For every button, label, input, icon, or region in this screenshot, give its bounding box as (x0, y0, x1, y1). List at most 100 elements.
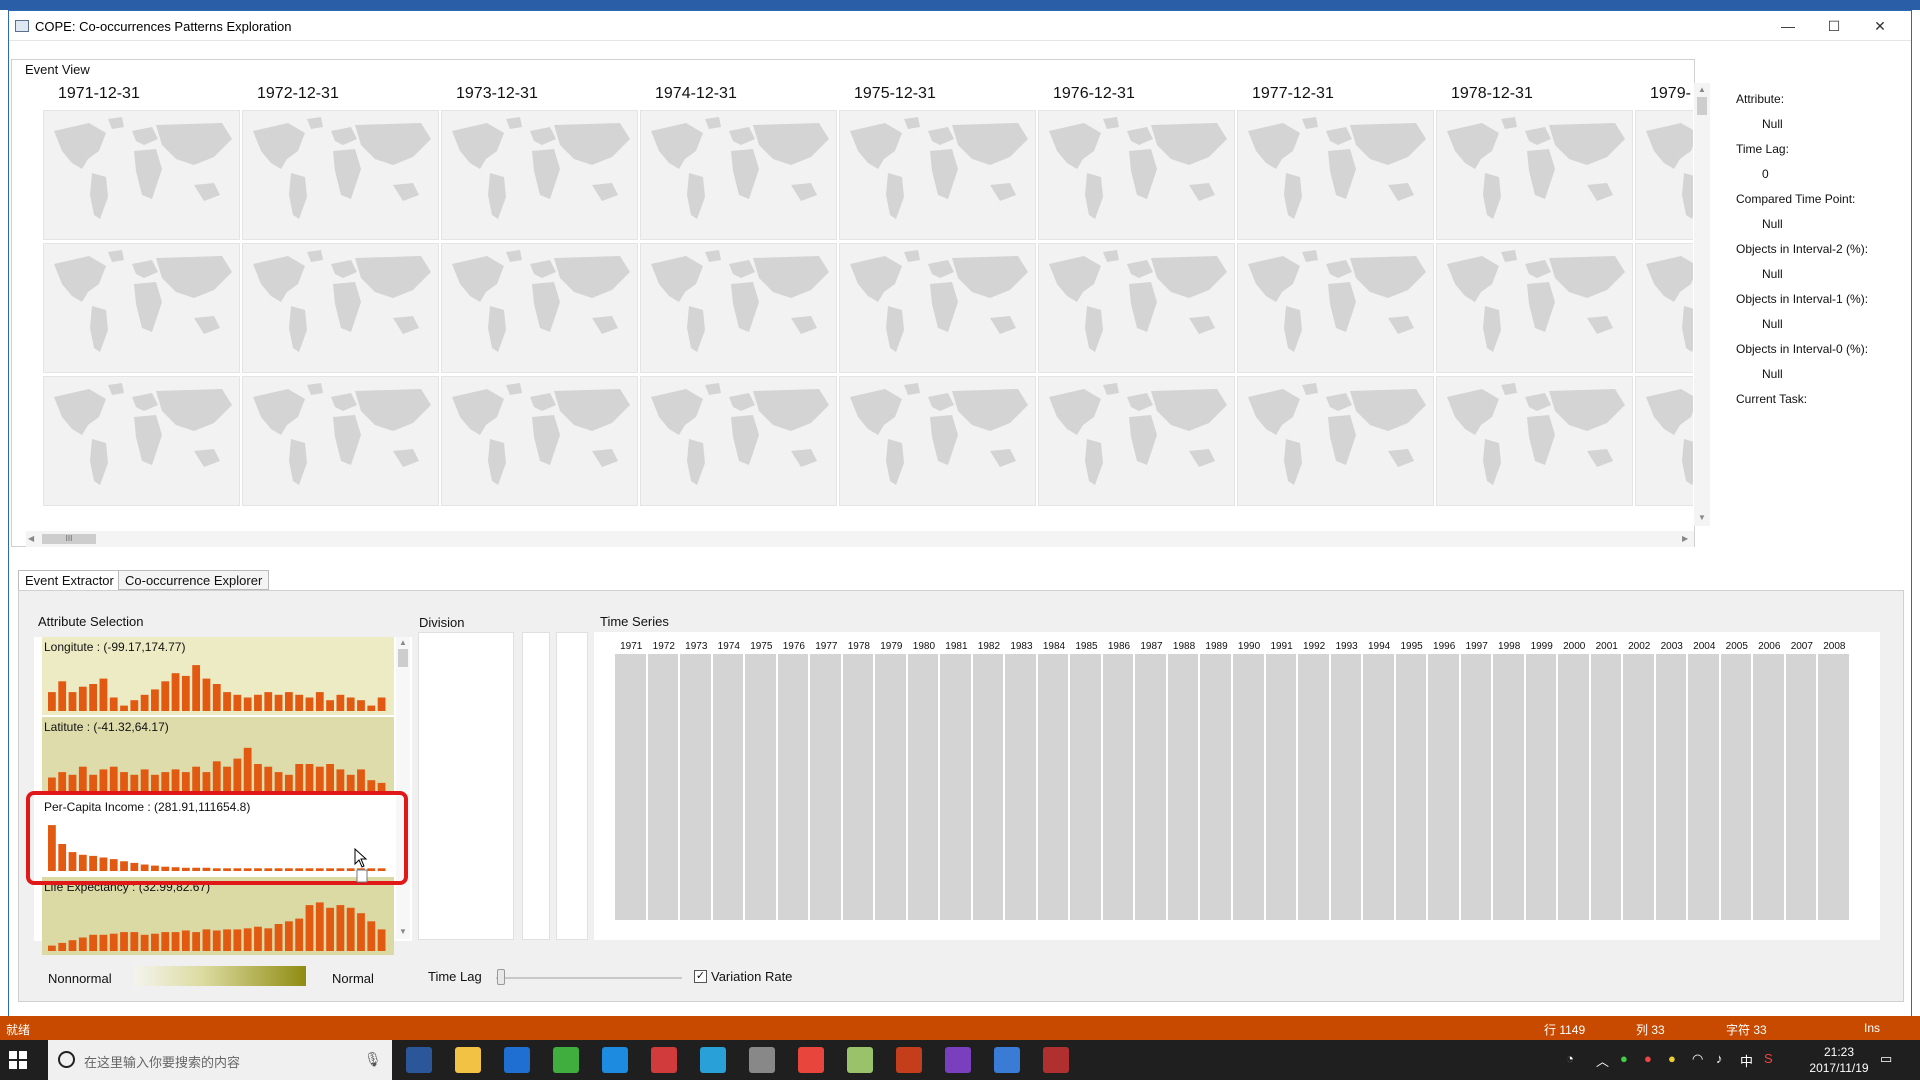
variation-rate-checkbox[interactable]: ✓ (694, 970, 707, 983)
world-map-cell[interactable] (43, 243, 240, 373)
time-series-bar[interactable] (972, 654, 1006, 920)
world-map-cell[interactable] (43, 110, 240, 240)
cope-app-icon[interactable] (994, 1047, 1020, 1073)
attribute-list[interactable]: Longitute : (-99.17,174.77) Latitute : (-… (34, 637, 412, 955)
time-lag-slider-track[interactable] (496, 977, 682, 979)
time-series-bar[interactable] (1688, 654, 1721, 920)
time-series-bar[interactable] (745, 654, 778, 920)
time-series-bar[interactable] (1200, 654, 1233, 920)
horizontal-scroll-thumb[interactable]: III (42, 534, 96, 544)
attribute-item[interactable]: Longitute : (-99.17,174.77) (42, 637, 394, 715)
time-series-bar[interactable] (1363, 654, 1396, 920)
time-series-bar[interactable] (615, 654, 648, 920)
time-series-bar[interactable] (1265, 654, 1299, 920)
world-map-cell[interactable] (839, 243, 1036, 373)
file-explorer-icon[interactable] (455, 1047, 481, 1073)
world-map-cell[interactable] (242, 243, 439, 373)
time-series-bar[interactable] (1753, 654, 1786, 920)
tab-event-extractor[interactable]: Event Extractor (18, 570, 121, 591)
time-series-bar[interactable] (1428, 654, 1461, 920)
time-series-bar[interactable] (1135, 654, 1168, 920)
time-series-bar[interactable] (1720, 654, 1754, 920)
time-series-bar[interactable] (1395, 654, 1429, 920)
event-view-vertical-scrollbar[interactable]: ▲ ▼ (1694, 83, 1710, 526)
attribute-item[interactable]: Life Expectancy : (32.99,82.67) (42, 877, 394, 955)
visual-studio-icon[interactable] (945, 1047, 971, 1073)
attribute-list-scrollbar[interactable]: ▲ ▼ (396, 637, 410, 939)
scroll-down-icon[interactable]: ▼ (1698, 513, 1706, 522)
variation-rate-label[interactable]: Variation Rate (711, 969, 792, 984)
blue-app-icon[interactable] (700, 1047, 726, 1073)
tray-yellow-icon[interactable]: ● (1668, 1051, 1676, 1066)
division-column[interactable] (418, 632, 514, 940)
chrome-icon[interactable] (798, 1047, 824, 1073)
world-map-cell[interactable] (640, 243, 837, 373)
windows-start-icon[interactable] (8, 1050, 28, 1070)
time-series-bar[interactable] (1590, 654, 1624, 920)
time-series-bar[interactable] (842, 654, 876, 920)
world-map-cell[interactable] (441, 243, 638, 373)
time-series-bar[interactable] (1167, 654, 1201, 920)
time-series-bar[interactable] (1558, 654, 1591, 920)
time-series-bar[interactable] (1298, 654, 1331, 920)
scroll-up-icon[interactable]: ▲ (1698, 85, 1706, 94)
time-series-bar[interactable] (810, 654, 843, 920)
time-series-bar[interactable] (777, 654, 811, 920)
attribute-item[interactable]: Latitute : (-41.32,64.17) (42, 717, 394, 795)
world-map-cell[interactable] (839, 376, 1036, 506)
store-icon[interactable] (504, 1047, 530, 1073)
scroll-up-icon[interactable]: ▲ (399, 638, 407, 647)
world-map-cell[interactable] (1038, 376, 1235, 506)
time-series-bar[interactable] (1493, 654, 1526, 920)
time-series-bar[interactable] (940, 654, 973, 920)
world-map-cell[interactable] (441, 110, 638, 240)
pin-app-icon[interactable] (1043, 1047, 1069, 1073)
world-map-cell[interactable] (242, 376, 439, 506)
time-series-bar[interactable] (1005, 654, 1038, 920)
time-series-bar[interactable] (1460, 654, 1494, 920)
tray-green-icon[interactable]: ● (1620, 1051, 1628, 1066)
attribute-scroll-thumb[interactable] (398, 649, 408, 667)
time-series-bar[interactable] (1233, 654, 1266, 920)
time-series-bar[interactable] (1037, 654, 1071, 920)
scroll-down-icon[interactable]: ▼ (399, 927, 407, 936)
vertical-scroll-thumb[interactable] (1697, 97, 1707, 115)
world-map-cell[interactable] (1635, 376, 1693, 506)
world-map-cell[interactable] (43, 376, 240, 506)
time-series-bar[interactable] (647, 654, 681, 920)
world-map-cell[interactable] (640, 376, 837, 506)
time-series-bar[interactable] (712, 654, 746, 920)
world-map-cell[interactable] (1436, 110, 1633, 240)
world-map-cell[interactable] (640, 110, 837, 240)
microphone-icon[interactable]: 🎙 (364, 1051, 382, 1068)
scroll-left-icon[interactable]: ◀ (28, 534, 34, 543)
time-series-bar[interactable] (1655, 654, 1689, 920)
powerpoint-icon[interactable] (896, 1047, 922, 1073)
world-map-cell[interactable] (1038, 243, 1235, 373)
maximize-button[interactable]: ☐ (1811, 11, 1857, 41)
word-icon[interactable] (406, 1047, 432, 1073)
notification-center-icon[interactable]: ▭ (1880, 1051, 1892, 1067)
taskbar-search-box[interactable]: 在这里输入你要搜索的内容 🎙 (48, 1040, 392, 1080)
time-series-bars[interactable] (615, 654, 1851, 920)
time-series-bar[interactable] (1070, 654, 1103, 920)
world-map-cell[interactable] (242, 110, 439, 240)
time-series-bar[interactable] (1623, 654, 1656, 920)
close-button[interactable]: ✕ (1857, 11, 1903, 41)
green-app-icon[interactable] (553, 1047, 579, 1073)
tray-red-icon[interactable]: ● (1644, 1051, 1652, 1066)
division-column[interactable] (522, 632, 550, 940)
title-bar[interactable]: COPE: Co-occurrences Patterns Exploratio… (9, 11, 1911, 41)
world-map-cell[interactable] (1237, 243, 1434, 373)
ime-indicator[interactable]: 中 (1740, 1051, 1753, 1070)
world-map-cell[interactable] (1237, 376, 1434, 506)
tab-co-occurrence-explorer[interactable]: Co-occurrence Explorer (118, 570, 270, 590)
kite-icon[interactable] (602, 1047, 628, 1073)
world-map-cell[interactable] (839, 110, 1036, 240)
tray-chevron-icon[interactable]: ︿ (1596, 1051, 1609, 1070)
time-series-bar[interactable] (1785, 654, 1819, 920)
world-map-cell[interactable] (1635, 243, 1693, 373)
event-view-horizontal-scrollbar[interactable]: ◀ III ▶ (26, 531, 1694, 547)
time-series-bar[interactable] (907, 654, 941, 920)
division-column[interactable] (556, 632, 588, 940)
